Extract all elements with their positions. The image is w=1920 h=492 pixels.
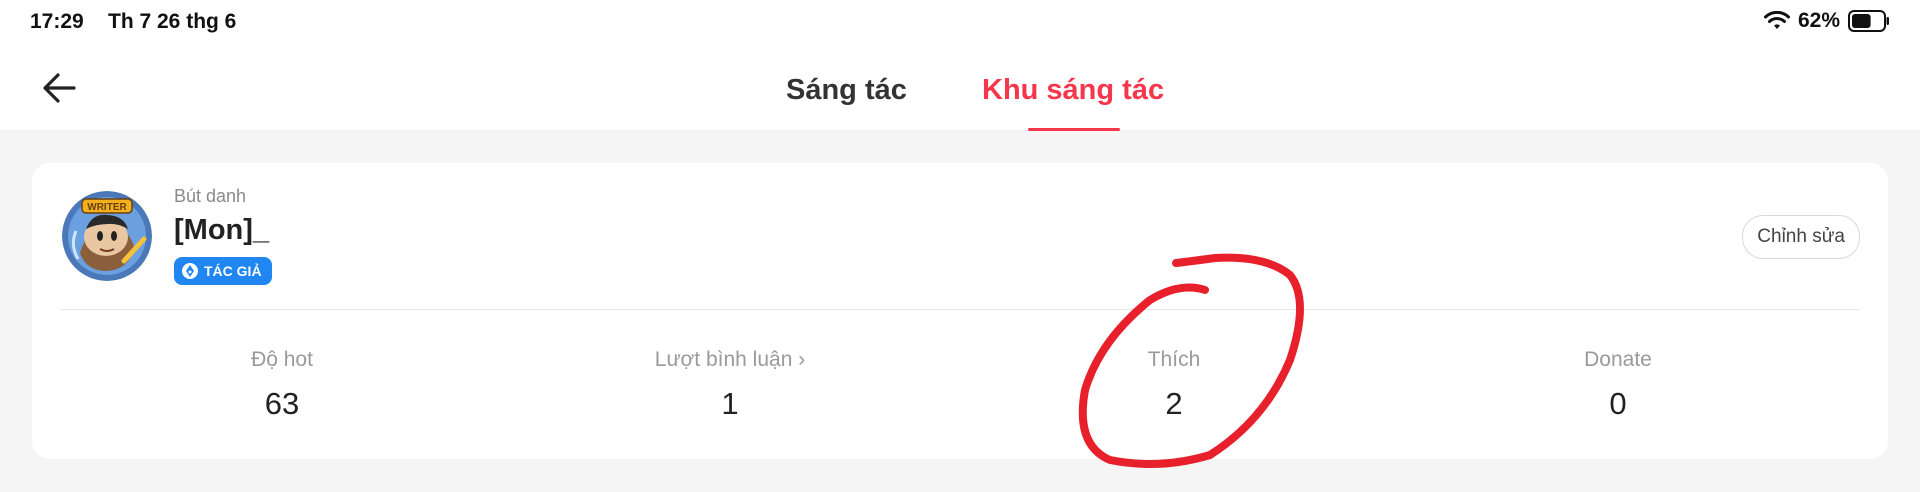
stat-value: 1 (721, 386, 739, 421)
author-badge: TÁC GIẢ (174, 257, 272, 285)
pen-name: [Mon]_ (174, 214, 270, 246)
status-bar: 17:29 Th 7 26 thg 6 62% (0, 0, 1920, 44)
chevron-right-icon: › (798, 348, 806, 371)
pen-name-label: Bút danh (174, 186, 247, 206)
active-tab-indicator (1028, 128, 1120, 131)
author-badge-label: TÁC GIẢ (204, 263, 262, 279)
status-right: 62% (1763, 9, 1890, 33)
stat-label: Donate (1584, 348, 1652, 371)
divider (60, 309, 1860, 310)
stat-hotness: Độ hot 63 (72, 348, 492, 422)
avatar-badge-text: WRITER (87, 202, 127, 213)
wifi-icon (1763, 11, 1790, 29)
pen-nib-icon (182, 263, 198, 279)
battery-icon (1848, 10, 1889, 32)
tab-compose[interactable]: Sáng tác (786, 74, 907, 107)
stat-value: 2 (1165, 386, 1183, 421)
avatar-image: WRITER (62, 191, 152, 281)
author-profile-card: WRITER Bút danh [Mon]_ TÁC GIẢ Chỉnh sửa… (32, 163, 1888, 459)
stat-value: 0 (1609, 386, 1627, 421)
stat-label: Lượt bình luận (654, 348, 793, 371)
edit-button-label: Chỉnh sửa (1757, 226, 1845, 247)
tab-compose-area[interactable]: Khu sáng tác (982, 74, 1164, 107)
stat-comments[interactable]: Lượt bình luận › 1 (520, 348, 940, 422)
battery-percent: 62% (1797, 9, 1840, 32)
stat-value: 63 (264, 386, 300, 421)
avatar[interactable]: WRITER (62, 191, 152, 281)
stat-likes: Thích 2 (964, 348, 1384, 422)
top-navigation: Sáng tác Khu sáng tác (0, 44, 1920, 131)
status-date: Th 7 26 thg 6 (108, 10, 237, 33)
stat-label: Độ hot (251, 348, 313, 371)
stat-donate: Donate 0 (1408, 348, 1828, 422)
stat-label: Thích (1147, 348, 1201, 371)
stat-label-row: Lượt bình luận › (520, 348, 940, 372)
edit-profile-button[interactable]: Chỉnh sửa (1742, 215, 1860, 259)
back-arrow-icon[interactable] (40, 70, 80, 106)
status-time: 17:29 (30, 10, 84, 33)
